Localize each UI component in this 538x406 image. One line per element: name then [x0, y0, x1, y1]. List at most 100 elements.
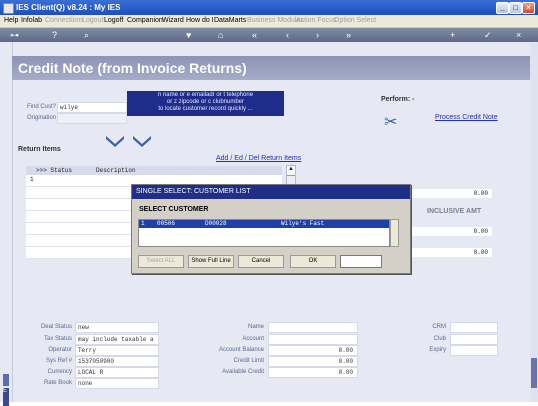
dialog-scrollbar[interactable]: [390, 219, 399, 247]
crm-field[interactable]: [450, 322, 498, 333]
name-label: Name: [247, 324, 264, 330]
available-credit-field: 0.00: [268, 367, 358, 378]
page-title: Credit Note (from Invoice Returns): [18, 60, 247, 76]
rate-book-field[interactable]: none: [75, 378, 159, 389]
page-header: Credit Note (from Invoice Returns): [12, 56, 530, 80]
currency-label: Currency: [47, 369, 72, 375]
origination-field[interactable]: [57, 113, 127, 124]
app-icon: [3, 3, 14, 14]
rate-book-label: Rate Book: [43, 380, 72, 386]
check-icon[interactable]: ✓: [484, 30, 492, 40]
crm-label: CRM: [432, 324, 446, 330]
menu-companion[interactable]: Companion: [127, 17, 163, 24]
right-scroll-strip[interactable]: [530, 42, 538, 402]
column-description: Description: [96, 167, 136, 174]
find-cust-label: Find Cust?: [27, 104, 57, 110]
back-icon[interactable]: ‹: [286, 30, 289, 40]
deal-status-label: Deal Status: [40, 324, 72, 330]
customer-name: Wilye's Fast: [281, 220, 325, 227]
cancel-icon[interactable]: ×: [516, 30, 521, 40]
account-label: Account: [242, 336, 264, 342]
amount-cell: 0.00: [412, 227, 492, 236]
process-credit-note-link[interactable]: Process Credit Note: [435, 114, 498, 121]
club-label: Club: [433, 336, 446, 342]
add-icon[interactable]: +: [450, 30, 455, 40]
nav-marker-icon[interactable]: [3, 374, 9, 386]
deal-status-field[interactable]: new: [75, 322, 159, 333]
menu-bar: Help Infolab Connections Logout Logoff C…: [0, 15, 538, 28]
tax-status-label: Tax Status: [43, 336, 72, 342]
list-item[interactable]: 1 00506 D00028 Wilye's Fast: [139, 220, 389, 228]
name-field[interactable]: [268, 322, 358, 333]
find-cust-input[interactable]: wilye: [57, 102, 127, 113]
show-full-line-button[interactable]: Show Full Line: [188, 255, 234, 268]
sys-ref-field[interactable]: 1537050900: [75, 356, 159, 367]
left-nav-strip: E: [0, 42, 13, 406]
search-icon[interactable]: ⌕: [84, 30, 89, 40]
down-arrow-icon-2[interactable]: [133, 134, 151, 148]
tooltip-line: n name or e emailadr or t telephone: [157, 92, 254, 98]
cancel-button[interactable]: Cancel: [238, 255, 284, 268]
menu-help[interactable]: Help: [4, 17, 18, 24]
club-field[interactable]: [450, 334, 498, 345]
heart-icon[interactable]: ♥: [186, 30, 191, 40]
menu-datamarts[interactable]: DataMarts: [214, 17, 246, 24]
tooltip-line: or z zipcode or c clubnumber: [166, 99, 245, 105]
tools-icon[interactable]: ✂: [384, 114, 402, 132]
sys-ref-label: Sys Ref #: [45, 358, 72, 364]
expiry-label: Expiry: [429, 347, 446, 353]
available-credit-label: Available Credit: [222, 369, 264, 375]
customer-code: 00506: [157, 220, 176, 227]
column-status: >>> Status: [36, 167, 73, 174]
minimize-button[interactable]: _: [496, 2, 509, 14]
scroll-up-icon[interactable]: ▲: [287, 166, 295, 176]
account-balance-field: 0.00: [268, 345, 358, 356]
maximize-button[interactable]: □: [509, 2, 522, 14]
credit-limit-field: 0.00: [268, 356, 358, 367]
expiry-field[interactable]: [450, 345, 498, 356]
customer-doc: D00028: [205, 220, 227, 227]
perform-label: Perform: -: [381, 96, 415, 103]
account-field[interactable]: [268, 334, 358, 345]
operator-field[interactable]: Terry: [75, 345, 159, 356]
origination-label: Origination: [27, 115, 57, 121]
return-items-label: Return Items: [18, 146, 61, 153]
menu-logoff[interactable]: Logoff: [104, 17, 123, 24]
close-button[interactable]: ×: [522, 2, 535, 14]
rewind-icon[interactable]: «: [252, 30, 257, 40]
fast-forward-icon[interactable]: »: [346, 30, 351, 40]
account-balance-label: Account Balance: [218, 347, 264, 353]
menu-logout[interactable]: Logout: [82, 17, 103, 24]
window-title: IES Client(Q) v8.24 : My IES: [16, 3, 121, 12]
dialog-filter-input[interactable]: [340, 255, 382, 268]
credit-limit-label: Credit Limit: [233, 358, 264, 364]
inclusive-amt-header: INCLUSIVE AMT: [427, 208, 482, 215]
help-icon[interactable]: ?: [52, 30, 57, 40]
dialog-title: SINGLE SELECT: CUSTOMER LIST: [132, 185, 410, 199]
menu-infolab[interactable]: Infolab: [21, 17, 42, 24]
ok-button[interactable]: OK: [290, 255, 336, 268]
forward-icon[interactable]: ›: [316, 30, 319, 40]
currency-field[interactable]: LOCAL R: [75, 367, 159, 378]
search-tooltip: n name or e emailadr or t telephone or z…: [127, 91, 284, 116]
dialog-subtitle: SELECT CUSTOMER: [139, 206, 209, 213]
select-all-button[interactable]: Select ALL: [138, 255, 184, 268]
amount-cell: 0.00: [412, 189, 492, 198]
tooltip-line: to locate customer record quickly ...: [158, 106, 253, 112]
row-index: 1: [30, 176, 34, 183]
home-icon[interactable]: ⌂: [218, 30, 223, 40]
customer-list[interactable]: 1 00506 D00028 Wilye's Fast: [138, 219, 390, 247]
edit-return-items-link[interactable]: Add / Ed / Del Return Items: [216, 155, 301, 162]
row-index: 1: [141, 220, 145, 227]
tax-status-field[interactable]: may include taxable a: [75, 334, 159, 345]
menu-how-do-i[interactable]: How do I: [186, 17, 214, 24]
menu-wizard[interactable]: Wizard: [162, 17, 184, 24]
title-bar: IES Client(Q) v8.24 : My IES _ □ ×: [0, 0, 538, 15]
menu-action-focus[interactable]: Action Focus: [296, 17, 336, 24]
down-arrow-icon[interactable]: [106, 134, 124, 148]
key-icon[interactable]: ⊶: [10, 30, 19, 40]
side-tab-e[interactable]: E: [3, 388, 9, 406]
menu-option-select[interactable]: Option Select: [334, 17, 376, 24]
menu-connections[interactable]: Connections: [45, 17, 84, 24]
scroll-thumb[interactable]: [531, 358, 537, 388]
